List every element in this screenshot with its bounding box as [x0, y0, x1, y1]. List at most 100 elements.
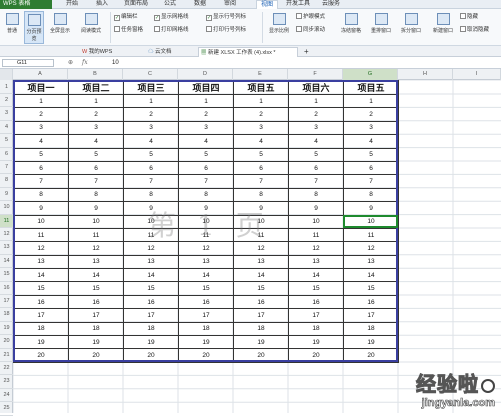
- reading-mode-button[interactable]: 阅读模式: [76, 11, 106, 44]
- table-cell[interactable]: 14: [343, 268, 399, 283]
- table-cell[interactable]: 3: [123, 120, 179, 136]
- table-cell[interactable]: 9: [233, 201, 289, 216]
- table-cell[interactable]: 17: [13, 308, 69, 323]
- table-cell[interactable]: 12: [288, 241, 344, 256]
- table-cell[interactable]: 15: [68, 281, 124, 296]
- column-header[interactable]: E: [233, 69, 288, 80]
- table-cell[interactable]: 1: [233, 93, 289, 109]
- fullscreen-button[interactable]: 全屏显示: [48, 11, 72, 44]
- new-tab-button[interactable]: +: [302, 47, 309, 57]
- table-cell[interactable]: 20: [178, 348, 234, 363]
- table-cell[interactable]: 7: [68, 174, 124, 189]
- menu-cloud[interactable]: 云服务: [322, 0, 340, 9]
- table-cell[interactable]: 6: [13, 160, 69, 176]
- table-cell[interactable]: 19: [13, 335, 69, 350]
- row-header[interactable]: 15: [0, 268, 13, 282]
- table-cell[interactable]: 1: [13, 93, 69, 109]
- table-cell[interactable]: 9: [343, 201, 399, 216]
- formula-input[interactable]: 10: [112, 59, 119, 67]
- row-header[interactable]: 18: [0, 308, 13, 322]
- eye-protection-button[interactable]: 护眼模式: [296, 13, 325, 22]
- table-cell[interactable]: 8: [178, 187, 234, 203]
- table-cell[interactable]: 9: [13, 201, 69, 216]
- table-cell[interactable]: 7: [178, 174, 234, 189]
- table-cell[interactable]: 18: [123, 321, 179, 337]
- table-cell[interactable]: 20: [68, 348, 124, 363]
- column-header[interactable]: D: [178, 69, 233, 80]
- table-cell[interactable]: 11: [123, 227, 179, 243]
- table-cell[interactable]: 2: [123, 107, 179, 122]
- table-cell[interactable]: 16: [13, 294, 69, 310]
- table-cell[interactable]: 10: [233, 214, 289, 229]
- table-cell[interactable]: 1: [178, 93, 234, 109]
- table-header-cell[interactable]: 项目三: [123, 80, 179, 95]
- column-header[interactable]: C: [123, 69, 178, 80]
- table-cell[interactable]: 2: [178, 107, 234, 122]
- table-cell[interactable]: 15: [178, 281, 234, 296]
- table-cell[interactable]: 6: [68, 160, 124, 176]
- menu-formula[interactable]: 公式: [164, 0, 176, 9]
- table-cell[interactable]: 5: [178, 147, 234, 162]
- table-cell[interactable]: 20: [123, 348, 179, 363]
- table-cell[interactable]: 5: [68, 147, 124, 162]
- menu-review[interactable]: 审阅: [224, 0, 236, 9]
- table-cell[interactable]: 19: [123, 335, 179, 350]
- table-cell[interactable]: 4: [68, 134, 124, 149]
- table-header-cell[interactable]: 项目二: [68, 80, 124, 95]
- table-cell[interactable]: 5: [233, 147, 289, 162]
- show-headings-checkbox[interactable]: ✓ 显示行号列标: [206, 13, 246, 22]
- table-cell[interactable]: 11: [13, 227, 69, 243]
- table-cell[interactable]: 17: [178, 308, 234, 323]
- sync-scroll-button[interactable]: 同步滚动: [296, 26, 325, 35]
- row-header[interactable]: 21: [0, 349, 13, 362]
- table-cell[interactable]: 3: [178, 120, 234, 136]
- row-header[interactable]: 22: [0, 362, 13, 376]
- row-header[interactable]: 10: [0, 201, 13, 215]
- row-header[interactable]: 1: [0, 80, 13, 94]
- tab-new-xlsx[interactable]: ▦ 新建 XLSX 工作表 (4).xlsx *: [198, 47, 298, 57]
- row-header[interactable]: 13: [0, 241, 13, 255]
- table-cell[interactable]: 7: [13, 174, 69, 189]
- split-window-button[interactable]: 拆分窗口: [398, 11, 424, 44]
- table-cell[interactable]: 6: [288, 160, 344, 176]
- show-gridlines-checkbox[interactable]: ✓ 显示网格线: [154, 13, 189, 22]
- table-cell[interactable]: 11: [178, 227, 234, 243]
- table-cell[interactable]: 3: [288, 120, 344, 136]
- column-header[interactable]: H: [398, 69, 453, 80]
- table-cell[interactable]: 16: [233, 294, 289, 310]
- column-header[interactable]: I: [453, 69, 501, 80]
- table-cell[interactable]: 4: [13, 134, 69, 149]
- table-cell[interactable]: 4: [343, 134, 399, 149]
- table-cell[interactable]: 6: [343, 160, 399, 176]
- table-cell[interactable]: 13: [13, 254, 69, 270]
- row-header[interactable]: 5: [0, 134, 13, 148]
- row-header[interactable]: 14: [0, 255, 13, 269]
- new-window-button[interactable]: 新建窗口: [428, 11, 458, 44]
- table-cell[interactable]: 4: [123, 134, 179, 149]
- print-gridlines-checkbox[interactable]: 打印网格线: [154, 26, 189, 35]
- table-cell[interactable]: 18: [233, 321, 289, 337]
- formula-bar-checkbox[interactable]: ✓ 编辑栏: [114, 13, 138, 22]
- row-header[interactable]: 3: [0, 107, 13, 121]
- table-cell[interactable]: 8: [123, 187, 179, 203]
- menu-developer[interactable]: 开发工具: [286, 0, 310, 9]
- table-cell[interactable]: 15: [233, 281, 289, 296]
- row-header[interactable]: 19: [0, 322, 13, 336]
- table-header-cell[interactable]: 项目四: [178, 80, 234, 95]
- table-cell[interactable]: 11: [68, 227, 124, 243]
- table-cell[interactable]: 12: [233, 241, 289, 256]
- zoom-button[interactable]: 显示比例: [266, 11, 292, 44]
- table-cell[interactable]: 10: [123, 214, 179, 229]
- table-cell[interactable]: 7: [343, 174, 399, 189]
- table-cell[interactable]: 18: [343, 321, 399, 337]
- column-header[interactable]: A: [13, 69, 68, 80]
- table-header-cell[interactable]: 项目五: [343, 80, 399, 95]
- hide-button[interactable]: 隐藏: [460, 13, 478, 22]
- column-header-selected[interactable]: G: [343, 69, 398, 80]
- table-cell[interactable]: 16: [343, 294, 399, 310]
- page-break-preview-button[interactable]: 分页预览: [24, 11, 44, 44]
- table-cell[interactable]: 13: [68, 254, 124, 270]
- table-cell[interactable]: 8: [233, 187, 289, 203]
- table-cell[interactable]: 14: [233, 268, 289, 283]
- tab-cloud-docs[interactable]: ☁ 云文档: [146, 47, 172, 57]
